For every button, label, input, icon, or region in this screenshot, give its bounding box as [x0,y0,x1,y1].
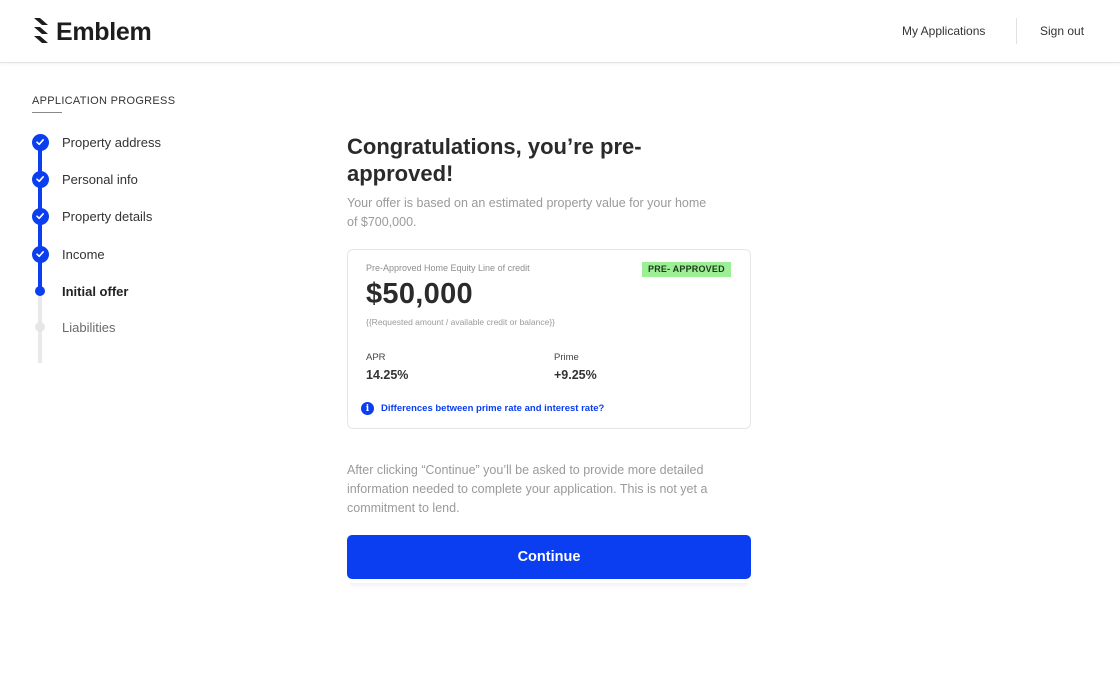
offer-basis-text: Your offer is based on an estimated prop… [347,196,707,229]
check-icon [31,207,49,225]
step-property-details[interactable]: Property details [31,206,152,226]
progress-title-underline [32,112,62,113]
nav-divider [1016,18,1017,44]
step-liabilities: Liabilities [31,317,115,337]
check-icon [31,133,49,151]
step-label: Property address [62,134,161,150]
step-income[interactable]: Income [31,244,105,264]
top-header: Emblem My Applications Sign out [0,0,1120,63]
prime-value: +9.25% [554,368,597,382]
step-label: Property details [62,208,153,224]
step-label: Initial offer [62,283,129,299]
info-icon: i [361,402,374,415]
emblem-stripes-icon [34,18,48,43]
sign-out-link[interactable]: Sign out [1040,24,1084,38]
prime-rate-info-link[interactable]: i Differences between prime rate and int… [361,402,604,415]
progress-title: APPLICATION PROGRESS [32,95,176,107]
continue-disclaimer: After clicking “Continue” you’ll be aske… [347,463,708,515]
info-link-text: Differences between prime rate and inter… [381,403,605,414]
step-initial-offer[interactable]: Initial offer [31,281,128,301]
current-step-dot [35,286,45,296]
page-title: Congratulations, you’re pre-approved! [347,134,642,186]
status-badge: PRE- APPROVED [642,262,731,277]
brand-name: Emblem [56,17,152,46]
offer-product-label: Pre-Approved Home Equity Line of credit [366,263,530,273]
step-personal-info[interactable]: Personal info [31,169,138,189]
my-applications-link[interactable]: My Applications [902,24,985,38]
continue-button[interactable]: Continue [347,535,751,579]
pending-step-dot [35,322,45,332]
apr-label: APR [366,352,386,363]
button-shadow [350,583,748,589]
apr-value: 14.25% [366,368,409,382]
check-icon [31,170,49,188]
check-icon [31,245,49,263]
step-label: Income [62,246,105,262]
offer-amount: $50,000 [366,278,473,310]
offer-amount-note: {{Requested amount / available credit or… [366,317,556,327]
prime-label: Prime [554,352,579,363]
step-label: Liabilities [62,319,116,335]
offer-card: Pre-Approved Home Equity Line of credit … [347,249,751,429]
step-property-address[interactable]: Property address [31,132,161,152]
brand-logo[interactable]: Emblem [32,17,152,47]
step-label: Personal info [62,171,138,187]
